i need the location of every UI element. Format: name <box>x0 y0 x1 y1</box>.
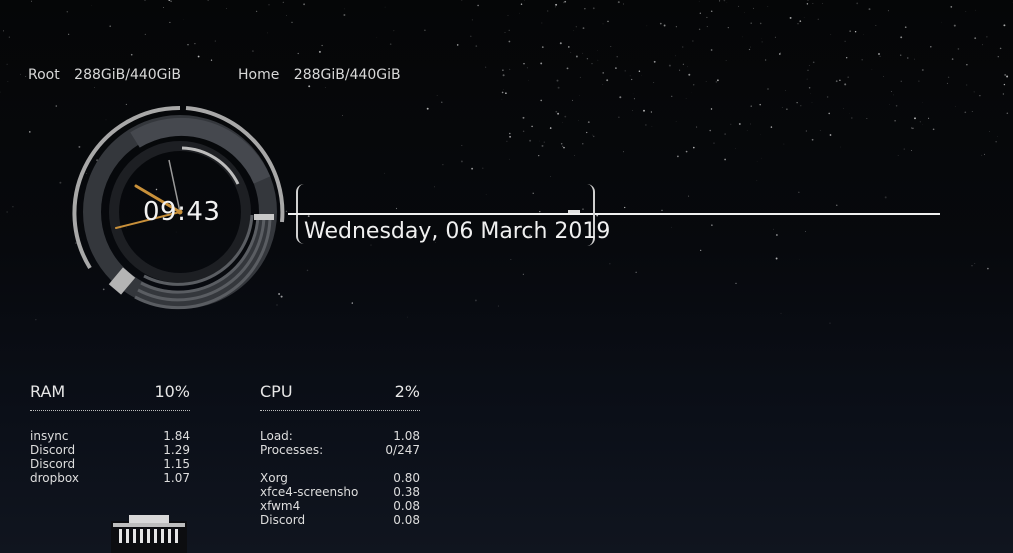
cpu-processes-label: Processes: <box>260 443 324 457</box>
date-line-marker <box>568 210 580 213</box>
ram-header: RAM 10% <box>30 382 190 411</box>
cpu-panel: CPU 2% Load: 1.08 Processes: 0/247 Xorg 0.8… <box>260 382 420 527</box>
building-icon <box>111 515 187 553</box>
disk-root: Root 288GiB/440GiB <box>28 67 181 83</box>
process-name: Discord <box>30 443 76 457</box>
process-value: 0.38 <box>393 485 420 499</box>
process-name: dropbox <box>30 471 79 485</box>
list-item: xfwm4 0.08 <box>260 499 420 513</box>
process-name: Discord <box>260 513 306 527</box>
list-item: Discord 1.29 <box>30 443 190 457</box>
date-text: Wednesday, 06 March 2019 <box>304 219 611 244</box>
process-value: 1.84 <box>163 429 190 443</box>
process-value: 1.15 <box>163 457 190 471</box>
list-item: Discord 0.08 <box>260 513 420 527</box>
process-name: xfce4-screensho <box>260 485 359 499</box>
ram-percent: 10% <box>154 382 190 401</box>
process-value: 0.08 <box>393 499 420 513</box>
process-name: xfwm4 <box>260 499 301 513</box>
disk-home-label: Home <box>238 67 280 83</box>
cpu-title: CPU <box>260 382 293 401</box>
cpu-stats: Load: 1.08 Processes: 0/247 Xorg 0.80 xfce4… <box>260 429 420 527</box>
cpu-load-value: 1.08 <box>393 429 420 443</box>
cpu-load-row: Load: 1.08 <box>260 429 420 443</box>
list-item: Xorg 0.80 <box>260 471 420 485</box>
process-value: 0.08 <box>393 513 420 527</box>
list-item: insync 1.84 <box>30 429 190 443</box>
clock-time: 09:43 <box>143 197 221 227</box>
process-value: 0.80 <box>393 471 420 485</box>
ram-panel: RAM 10% insync 1.84 Discord 1.29 Discord 1.… <box>30 382 190 485</box>
cpu-percent: 2% <box>394 382 420 401</box>
ram-title: RAM <box>30 382 66 401</box>
list-item: Discord 1.15 <box>30 457 190 471</box>
disk-root-value: 288GiB/440GiB <box>74 67 182 83</box>
process-name: insync <box>30 429 69 443</box>
cpu-header: CPU 2% <box>260 382 420 411</box>
disk-root-label: Root <box>28 67 60 83</box>
cpu-processes-value: 0/247 <box>385 443 420 457</box>
process-name: Discord <box>30 457 76 471</box>
list-item: dropbox 1.07 <box>30 471 190 485</box>
list-item: xfce4-screensho 0.38 <box>260 485 420 499</box>
date-line <box>288 213 940 215</box>
ring-marker <box>254 214 274 220</box>
ram-process-list: insync 1.84 Discord 1.29 Discord 1.15 dropb… <box>30 429 190 485</box>
disk-home: Home 288GiB/440GiB <box>238 67 401 83</box>
process-value: 1.29 <box>163 443 190 457</box>
process-value: 1.07 <box>163 471 190 485</box>
cpu-processes-row: Processes: 0/247 <box>260 443 420 457</box>
cpu-load-label: Load: <box>260 429 293 443</box>
process-name: Xorg <box>260 471 288 485</box>
disk-home-value: 288GiB/440GiB <box>293 67 401 83</box>
